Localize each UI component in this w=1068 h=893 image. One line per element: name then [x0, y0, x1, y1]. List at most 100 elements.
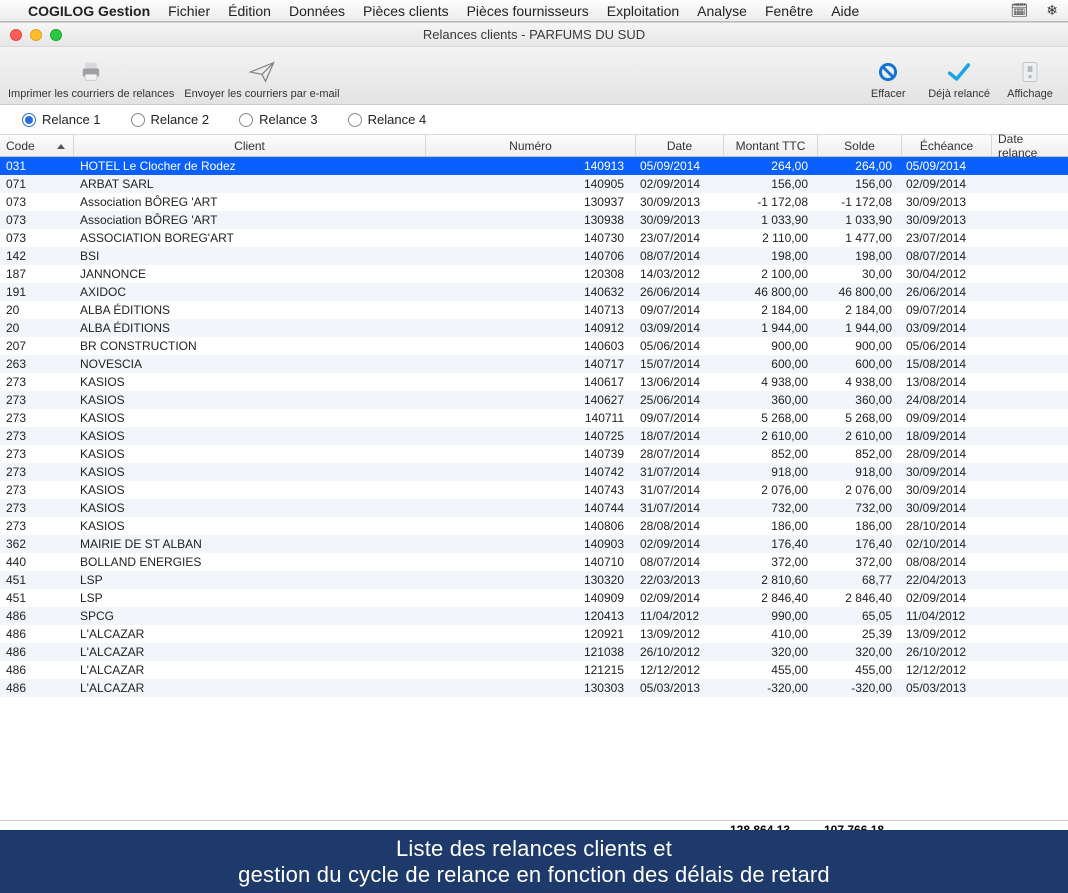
cell-client: BOLLAND ENERGIES — [74, 555, 426, 569]
menu-pieces-fournisseurs[interactable]: Pièces fournisseurs — [467, 3, 589, 19]
cell-echeance: 30/09/2014 — [902, 465, 992, 479]
app-menu[interactable]: COGILOG Gestion — [28, 3, 150, 19]
cell-numero: 120308 — [426, 267, 636, 281]
table-row[interactable]: 073Association BÔREG 'ART13093730/09/201… — [0, 193, 1068, 211]
radio-dot-icon — [22, 113, 36, 127]
table-row[interactable]: 273KASIOS14080628/08/2014186,00186,0028/… — [0, 517, 1068, 535]
menu-edition[interactable]: Édition — [228, 3, 271, 19]
cell-client: KASIOS — [74, 429, 426, 443]
clear-button-label: Effacer — [871, 88, 906, 100]
menu-fenetre[interactable]: Fenêtre — [765, 3, 813, 19]
table-row[interactable]: 440BOLLAND ENERGIES14071008/07/2014372,0… — [0, 553, 1068, 571]
table-row[interactable]: 362MAIRIE DE ST ALBAN14090302/09/2014176… — [0, 535, 1068, 553]
table-row[interactable]: 486L'ALCAZAR13030305/03/2013-320,00-320,… — [0, 679, 1068, 697]
table-row[interactable]: 071ARBAT SARL14090502/09/2014156,00156,0… — [0, 175, 1068, 193]
menu-pieces-clients[interactable]: Pièces clients — [363, 3, 449, 19]
menu-fichier[interactable]: Fichier — [168, 3, 210, 19]
table-row[interactable]: 142BSI14070608/07/2014198,00198,0008/07/… — [0, 247, 1068, 265]
cell-numero: 140909 — [426, 591, 636, 605]
table-row[interactable]: 20ALBA ÉDITIONS14091203/09/20141 944,001… — [0, 319, 1068, 337]
table-body[interactable]: 031HOTEL Le Clocher de Rodez14091305/09/… — [0, 157, 1068, 820]
table-row[interactable]: 273KASIOS14062725/06/2014360,00360,0024/… — [0, 391, 1068, 409]
cell-numero: 140617 — [426, 375, 636, 389]
table-row[interactable]: 20ALBA ÉDITIONS14071309/07/20142 184,002… — [0, 301, 1068, 319]
radio-dot-icon — [239, 113, 253, 127]
table-row[interactable]: 191AXIDOC14063226/06/201446 800,0046 800… — [0, 283, 1068, 301]
cell-montant: 360,00 — [724, 393, 818, 407]
table-row[interactable]: 486L'ALCAZAR12103826/10/2012320,00320,00… — [0, 643, 1068, 661]
column-header-solde[interactable]: Solde — [818, 135, 902, 156]
already-sent-button[interactable]: Déjà relancé — [928, 58, 990, 100]
table-row[interactable]: 486L'ALCAZAR12121512/12/2012455,00455,00… — [0, 661, 1068, 679]
column-header-montant[interactable]: Montant TTC — [724, 135, 818, 156]
cell-solde: 65,05 — [818, 609, 902, 623]
cell-client: KASIOS — [74, 447, 426, 461]
cell-echeance: 30/09/2013 — [902, 195, 992, 209]
menu-analyse[interactable]: Analyse — [697, 3, 747, 19]
cell-echeance: 30/09/2014 — [902, 501, 992, 515]
cell-date: 30/09/2013 — [636, 195, 724, 209]
cell-solde: -320,00 — [818, 681, 902, 695]
table-row[interactable]: 451LSP13032022/03/20132 810,6068,7722/04… — [0, 571, 1068, 589]
cell-code: 273 — [0, 501, 74, 515]
radio-relance-4[interactable]: Relance 4 — [348, 112, 427, 127]
cell-montant: 264,00 — [724, 159, 818, 173]
table-row[interactable]: 273KASIOS14073928/07/2014852,00852,0028/… — [0, 445, 1068, 463]
column-header-client[interactable]: Client — [74, 135, 426, 156]
radio-relance-4-label: Relance 4 — [368, 112, 427, 127]
cell-code: 263 — [0, 357, 74, 371]
radio-relance-1[interactable]: Relance 1 — [22, 112, 101, 127]
titlebar: Relances clients - PARFUMS DU SUD — [0, 23, 1068, 47]
display-button[interactable]: Affichage — [1000, 58, 1060, 100]
column-header-code[interactable]: Code — [0, 135, 74, 156]
cell-code: 273 — [0, 411, 74, 425]
gear-icon[interactable]: ❄︎ — [1046, 2, 1058, 19]
table-row[interactable]: 207BR CONSTRUCTION14060305/06/2014900,00… — [0, 337, 1068, 355]
cell-solde: 198,00 — [818, 249, 902, 263]
column-header-numero[interactable]: Numéro — [426, 135, 636, 156]
cell-date: 05/09/2014 — [636, 159, 724, 173]
table-row[interactable]: 273KASIOS14074431/07/2014732,00732,0030/… — [0, 499, 1068, 517]
cell-code: 187 — [0, 267, 74, 281]
table-row[interactable]: 073Association BÔREG 'ART13093830/09/201… — [0, 211, 1068, 229]
cell-numero: 140742 — [426, 465, 636, 479]
cell-montant: 918,00 — [724, 465, 818, 479]
cell-echeance: 05/03/2013 — [902, 681, 992, 695]
radio-relance-2[interactable]: Relance 2 — [131, 112, 210, 127]
cell-client: KASIOS — [74, 393, 426, 407]
column-header-date[interactable]: Date — [636, 135, 724, 156]
cell-code: 207 — [0, 339, 74, 353]
cell-date: 25/06/2014 — [636, 393, 724, 407]
cell-client: KASIOS — [74, 483, 426, 497]
calendar-icon[interactable]: 🗓 — [1010, 2, 1028, 19]
table-row[interactable]: 451LSP14090902/09/20142 846,402 846,4002… — [0, 589, 1068, 607]
table-row[interactable]: 486SPCG12041311/04/2012990,0065,0511/04/… — [0, 607, 1068, 625]
print-button[interactable]: Imprimer les courriers de relances — [8, 58, 174, 100]
window-title: Relances clients - PARFUMS DU SUD — [0, 27, 1068, 42]
cell-code: 273 — [0, 465, 74, 479]
column-header-date-relance[interactable]: Date relance — [992, 135, 1068, 156]
cell-solde: 1 033,90 — [818, 213, 902, 227]
table-row[interactable]: 273KASIOS14074331/07/20142 076,002 076,0… — [0, 481, 1068, 499]
cell-solde: -1 172,08 — [818, 195, 902, 209]
table-row[interactable]: 187JANNONCE12030814/03/20122 100,0030,00… — [0, 265, 1068, 283]
radio-relance-3[interactable]: Relance 3 — [239, 112, 318, 127]
menu-aide[interactable]: Aide — [831, 3, 859, 19]
send-email-button[interactable]: Envoyer les courriers par e-mail — [184, 58, 339, 100]
cell-solde: 2 846,40 — [818, 591, 902, 605]
table-row[interactable]: 263NOVESCIA14071715/07/2014600,00600,001… — [0, 355, 1068, 373]
menu-exploitation[interactable]: Exploitation — [607, 3, 679, 19]
table-row[interactable]: 273KASIOS14072518/07/20142 610,002 610,0… — [0, 427, 1068, 445]
table-row[interactable]: 031HOTEL Le Clocher de Rodez14091305/09/… — [0, 157, 1068, 175]
cell-echeance: 02/09/2014 — [902, 177, 992, 191]
table-row[interactable]: 486L'ALCAZAR12092113/09/2012410,0025,391… — [0, 625, 1068, 643]
table-row[interactable]: 073ASSOCIATION BOREG'ART14073023/07/2014… — [0, 229, 1068, 247]
column-header-echeance[interactable]: Échéance — [902, 135, 992, 156]
clear-button[interactable]: Effacer — [858, 58, 918, 100]
table-row[interactable]: 273KASIOS14071109/07/20145 268,005 268,0… — [0, 409, 1068, 427]
cell-montant: 455,00 — [724, 663, 818, 677]
table-row[interactable]: 273KASIOS14061713/06/20144 938,004 938,0… — [0, 373, 1068, 391]
cell-numero: 140717 — [426, 357, 636, 371]
menu-donnees[interactable]: Données — [289, 3, 345, 19]
table-row[interactable]: 273KASIOS14074231/07/2014918,00918,0030/… — [0, 463, 1068, 481]
